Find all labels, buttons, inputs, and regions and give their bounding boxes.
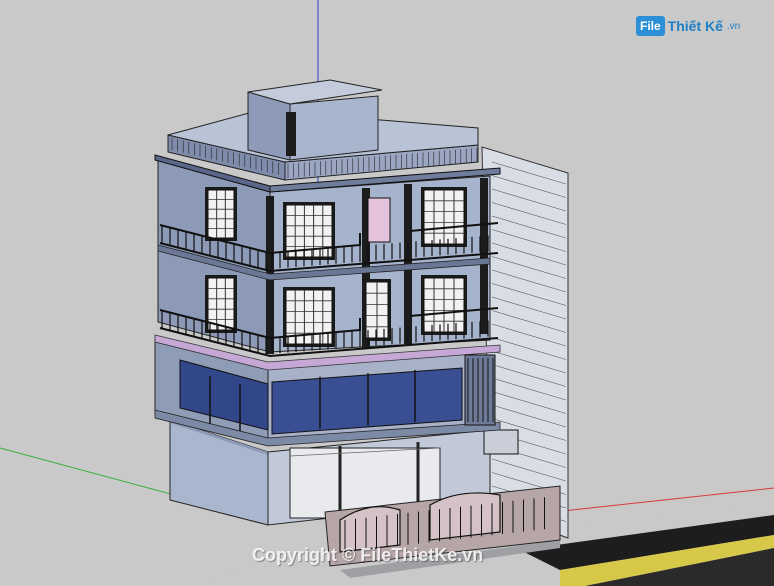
copyright-watermark: Copyright © FileThietKe.vn xyxy=(252,545,484,565)
sketchup-viewport[interactable]: File Thiết Kế .vn Copyright © FileThietK… xyxy=(0,0,774,586)
logo-domain: .vn xyxy=(726,20,741,32)
side-wall xyxy=(481,146,569,539)
upper-floors xyxy=(157,159,499,358)
site-logo[interactable]: File Thiết Kế .vn xyxy=(636,12,740,40)
logo-file-badge: File xyxy=(636,16,665,36)
logo-wordmark: Thiết Kế xyxy=(667,18,723,34)
building-3d-model[interactable] xyxy=(0,0,774,586)
